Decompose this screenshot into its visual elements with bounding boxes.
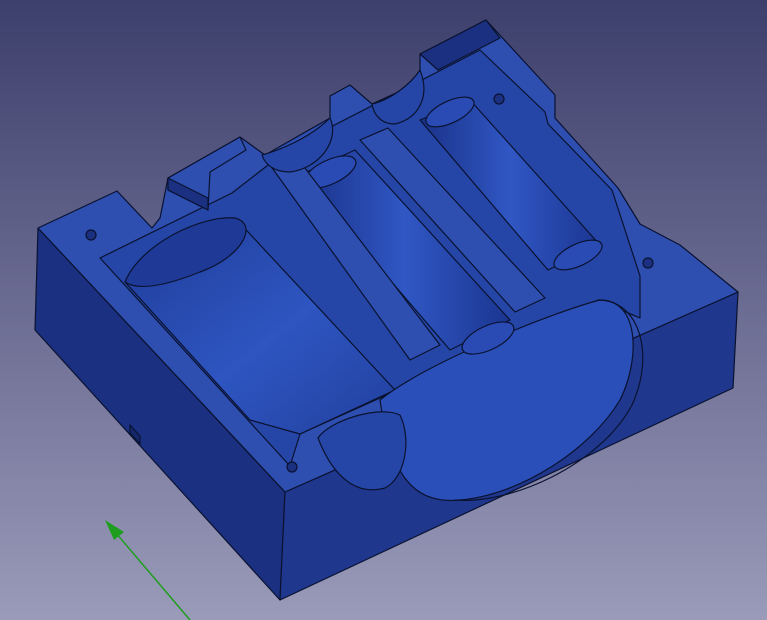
3d-scene[interactable] [0,0,767,620]
3d-viewport[interactable] [0,0,767,620]
mount-hole-1[interactable] [85,229,97,241]
mount-hole-4[interactable] [286,461,298,473]
mount-hole-2[interactable] [493,93,505,105]
mount-hole-3[interactable] [642,257,654,269]
